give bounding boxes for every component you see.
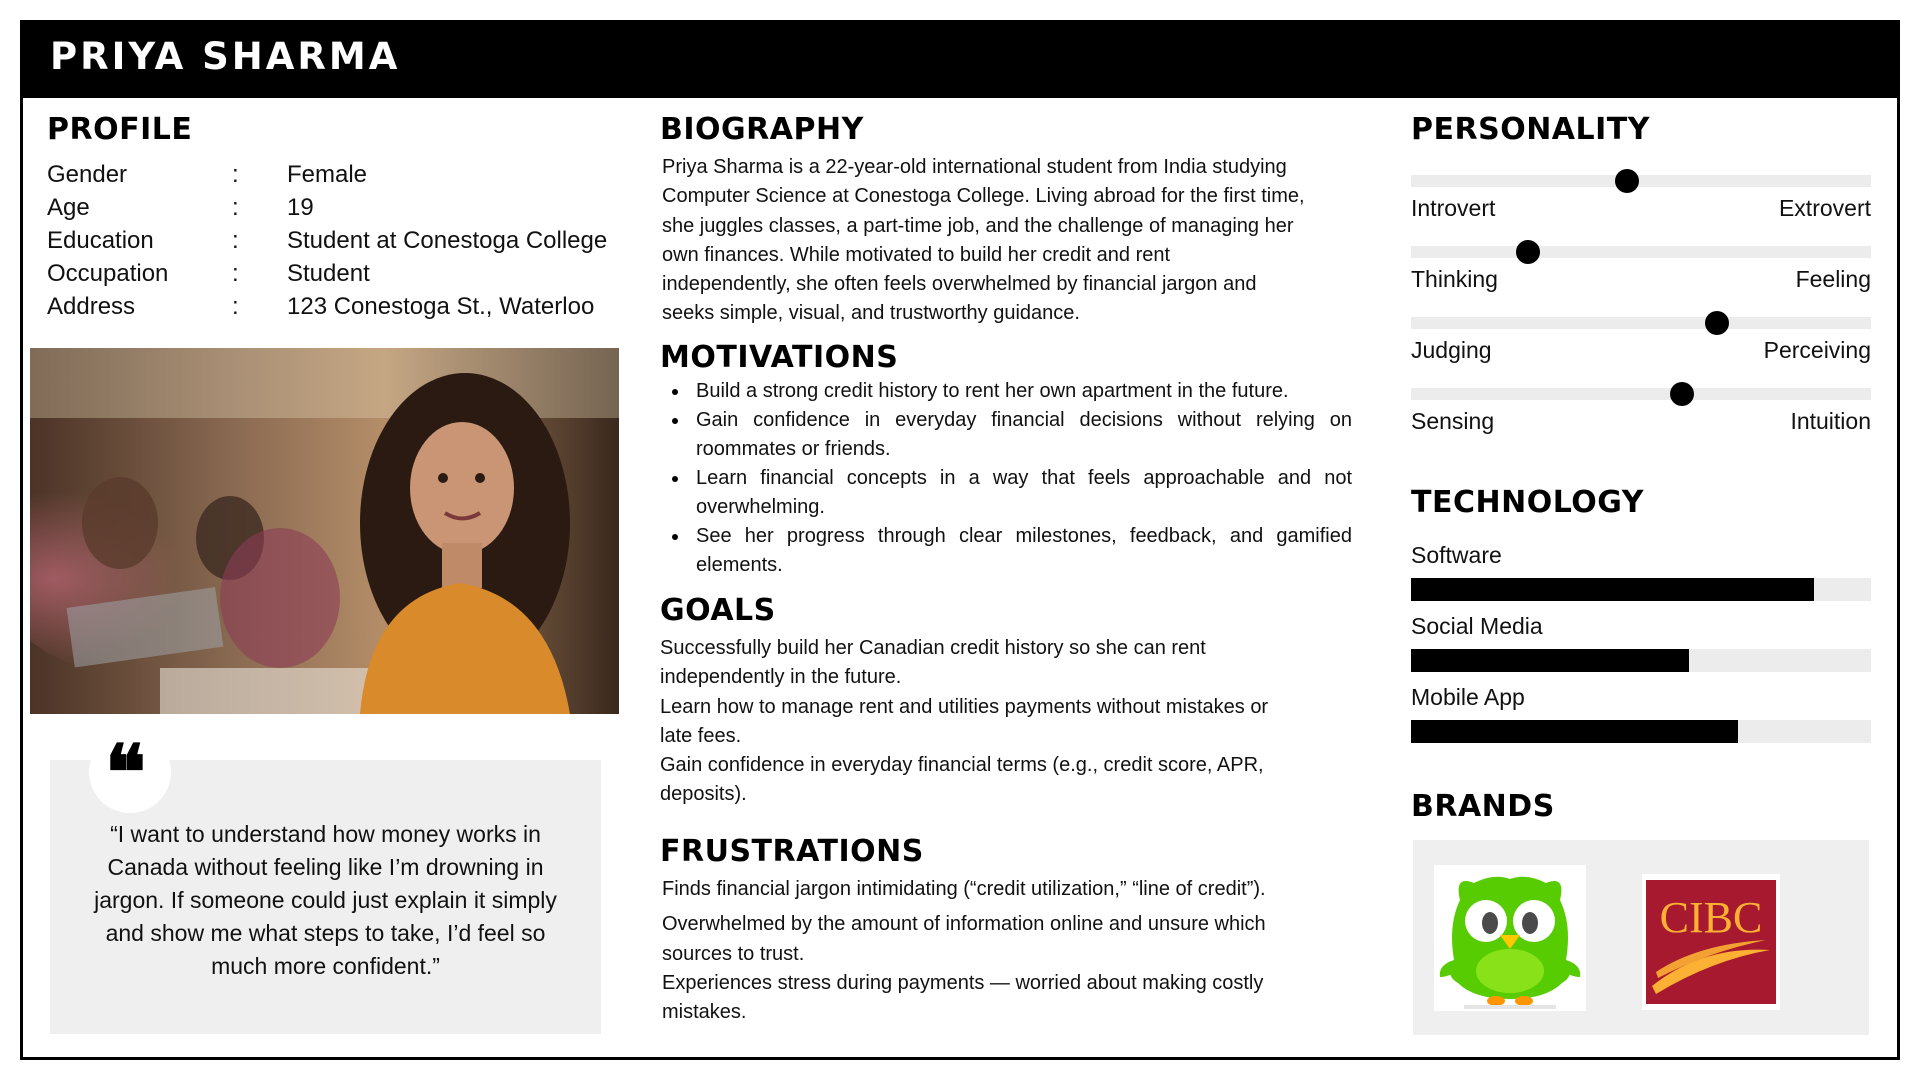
technology-title: TECHNOLOGY <box>1411 485 1644 520</box>
biography-line: Computer Science at Conestoga College. L… <box>662 185 1305 208</box>
profile-title: PROFILE <box>47 112 193 147</box>
cibc-logo-text: CIBC <box>1660 893 1763 942</box>
profile-row-age: Age : 19 <box>47 191 607 224</box>
tech-bar-fill <box>1411 720 1738 743</box>
goals-title: GOALS <box>660 593 776 628</box>
tech-label: Software <box>1411 542 1502 568</box>
biography-title: BIOGRAPHY <box>660 112 864 147</box>
trait-left-label: Sensing <box>1411 408 1495 434</box>
personality-title: PERSONALITY <box>1411 112 1650 147</box>
trait-right-label: Perceiving <box>1763 337 1871 363</box>
persona-photo <box>30 348 619 714</box>
profile-value: 19 <box>287 194 314 221</box>
cibc-logo: CIBC <box>1642 874 1780 1010</box>
trait-track <box>1411 388 1871 400</box>
tech-label: Social Media <box>1411 613 1543 639</box>
tech-mobile-app: Mobile App <box>1411 683 1871 743</box>
persona-header: PRIYA SHARMA <box>23 23 1897 98</box>
frustrations-text: Finds financial jargon intimidating (“cr… <box>662 875 1362 1027</box>
trait-right-label: Feeling <box>1795 266 1871 292</box>
profile-label: Age <box>47 194 90 221</box>
profile-value: 123 Conestoga St., Waterloo <box>287 293 595 320</box>
frustration-line: Overwhelmed by the amount of information… <box>662 913 1266 936</box>
duolingo-owl-logo <box>1434 865 1586 1011</box>
biography-text: Priya Sharma is a 22-year-old internatio… <box>662 153 1362 329</box>
frustration-line: sources to trust. <box>662 942 805 965</box>
profile-table: Gender : Female Age : 19 Education : Stu… <box>47 158 607 323</box>
profile-row-occupation: Occupation : Student <box>47 257 607 290</box>
profile-separator: : <box>232 227 239 254</box>
biography-line: Priya Sharma is a 22-year-old internatio… <box>662 156 1287 178</box>
frustration-line: mistakes. <box>662 1001 747 1024</box>
trait-right-label: Intuition <box>1790 408 1871 434</box>
motivation-item: See her progress through clear milestone… <box>660 522 1352 580</box>
motivations-title: MOTIVATIONS <box>660 340 899 375</box>
brands-title: BRANDS <box>1411 789 1555 824</box>
tech-social-media: Social Media <box>1411 612 1871 672</box>
tech-bar <box>1411 578 1871 601</box>
persona-photo-illustration <box>30 348 619 714</box>
trait-thumb <box>1516 240 1541 264</box>
biography-line: seeks simple, visual, and trustworthy gu… <box>662 302 1080 325</box>
profile-value: Female <box>287 161 368 188</box>
profile-value: Student at Conestoga College <box>287 227 608 254</box>
duolingo-owl-icon <box>1439 876 1581 1009</box>
trait-thumb <box>1670 382 1695 406</box>
motivation-item: Gain confidence in everyday financial de… <box>660 406 1352 464</box>
cibc-logo-icon: CIBC <box>1646 880 1776 1004</box>
tech-bar <box>1411 649 1871 672</box>
goal-line: late fees. <box>660 724 742 747</box>
motivation-item: Learn financial concepts in a way that f… <box>660 464 1352 522</box>
motivation-item: Build a strong credit history to rent he… <box>660 377 1352 406</box>
goal-line: Gain confidence in everyday financial te… <box>660 754 1264 777</box>
goal-line: Learn how to manage rent and utilities p… <box>660 695 1269 718</box>
trait-slider-judging-perceiving: Judging Perceiving <box>1411 311 1871 389</box>
persona-name: PRIYA SHARMA <box>50 35 401 78</box>
frustration-line: Finds financial jargon intimidating (“cr… <box>662 878 1266 900</box>
quote-mark-icon: ❝ <box>105 728 146 817</box>
frustrations-title: FRUSTRATIONS <box>660 834 924 869</box>
tech-bar-fill <box>1411 578 1814 601</box>
trait-left-label: Thinking <box>1411 266 1498 292</box>
profile-value: Student <box>287 260 370 287</box>
profile-separator: : <box>232 194 239 221</box>
profile-separator: : <box>232 260 239 287</box>
biography-line: she juggles classes, a part-time job, an… <box>662 214 1294 237</box>
trait-right-label: Extrovert <box>1778 195 1871 221</box>
persona-quote: “I want to understand how money works in… <box>94 821 557 979</box>
trait-left-label: Judging <box>1411 337 1492 363</box>
profile-separator: : <box>232 161 239 188</box>
trait-track <box>1411 175 1871 187</box>
profile-label: Address <box>47 293 136 320</box>
frustration-line: Experiences stress during payments — wor… <box>662 971 1264 994</box>
profile-label: Education <box>47 227 154 254</box>
profile-row-address: Address : 123 Conestoga St., Waterloo <box>47 290 607 323</box>
trait-left-label: Introvert <box>1411 195 1496 221</box>
biography-line: independently, she often feels overwhelm… <box>662 273 1257 296</box>
biography-line: own finances. While motivated to build h… <box>662 243 1171 266</box>
trait-thumb <box>1615 169 1640 193</box>
trait-thumb <box>1704 311 1729 335</box>
goal-line: deposits). <box>660 783 747 806</box>
tech-label: Mobile App <box>1411 684 1525 710</box>
goal-line: Successfully build her Canadian credit h… <box>660 637 1206 659</box>
tech-software: Software <box>1411 541 1871 601</box>
profile-label: Gender <box>47 161 128 188</box>
profile-row-gender: Gender : Female <box>47 158 607 191</box>
trait-track <box>1411 246 1871 258</box>
goal-line: independently in the future. <box>660 666 902 689</box>
trait-track <box>1411 317 1871 329</box>
goals-text: Successfully build her Canadian credit h… <box>660 634 1360 810</box>
profile-separator: : <box>232 293 239 320</box>
profile-label: Occupation <box>47 260 169 287</box>
trait-slider-thinking-feeling: Thinking Feeling <box>1411 240 1871 318</box>
profile-row-education: Education : Student at Conestoga College <box>47 224 607 257</box>
motivations-list: Build a strong credit history to rent he… <box>660 377 1352 580</box>
trait-slider-sensing-intuition: Sensing Intuition <box>1411 382 1871 460</box>
tech-bar <box>1411 720 1871 743</box>
trait-slider-introvert-extrovert: Introvert Extrovert <box>1411 169 1871 247</box>
tech-bar-fill <box>1411 649 1690 672</box>
